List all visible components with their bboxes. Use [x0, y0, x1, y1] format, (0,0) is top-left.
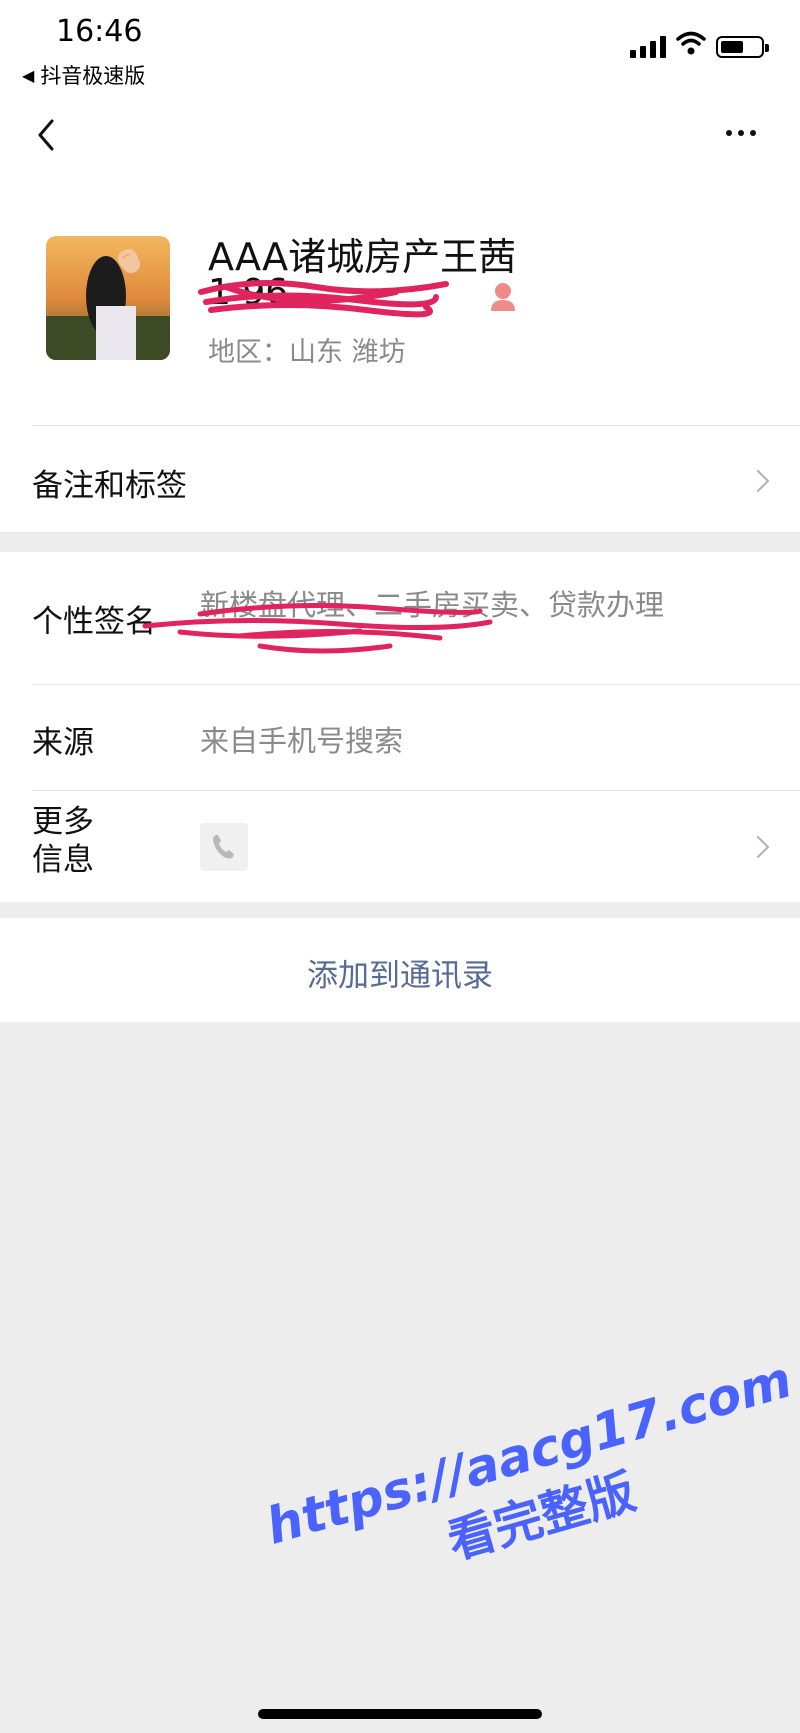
back-app-label: 抖音极速版: [40, 64, 146, 88]
home-indicator[interactable]: [258, 1709, 542, 1719]
watermark: https://aacg17.com 看完整版: [260, 1350, 800, 1619]
more-info-label: 更多 信息: [32, 803, 94, 879]
profile-divider: [32, 425, 800, 426]
female-gender-icon: [491, 283, 515, 311]
remark-label: 备注和标签: [32, 468, 187, 504]
back-button[interactable]: [28, 115, 64, 155]
info-group: 个性签名 新楼盘代理、二手房买卖、贷款办理 来源 来自手机号搜索 更多 信息: [0, 552, 800, 902]
battery-icon: [716, 36, 769, 58]
more-options-button[interactable]: [726, 130, 756, 136]
redaction-scribble: [198, 280, 449, 318]
source-label: 来源: [32, 725, 94, 761]
wifi-icon: [676, 31, 706, 55]
chevron-right-icon: [746, 469, 770, 493]
status-time: 16:46: [56, 14, 143, 49]
more-info-label-line2: 信息: [32, 842, 94, 878]
back-to-app-link[interactable]: ◀ 抖音极速版: [22, 60, 145, 90]
source-value: 来自手机号搜索: [200, 724, 404, 758]
more-info-row[interactable]: 更多 信息: [0, 791, 800, 902]
signature-label: 个性签名: [32, 604, 156, 640]
avatar[interactable]: [46, 236, 170, 360]
more-info-label-line1: 更多: [32, 804, 94, 840]
avatar-image: [46, 236, 170, 360]
source-row: 来源 来自手机号搜索: [0, 685, 800, 790]
back-triangle-icon: ◀: [22, 65, 35, 85]
chevron-right-icon: [746, 835, 770, 859]
signature-redaction-scribble: [142, 603, 493, 654]
phone-icon: [200, 823, 248, 871]
add-to-contacts-button[interactable]: 添加到通讯录: [0, 918, 800, 1022]
remark-and-tags-row[interactable]: 备注和标签: [0, 428, 800, 532]
signal-icon: [630, 34, 666, 58]
region-text: 地区：山东 潍坊: [208, 337, 406, 368]
add-to-contacts-label: 添加到通讯录: [307, 958, 493, 994]
